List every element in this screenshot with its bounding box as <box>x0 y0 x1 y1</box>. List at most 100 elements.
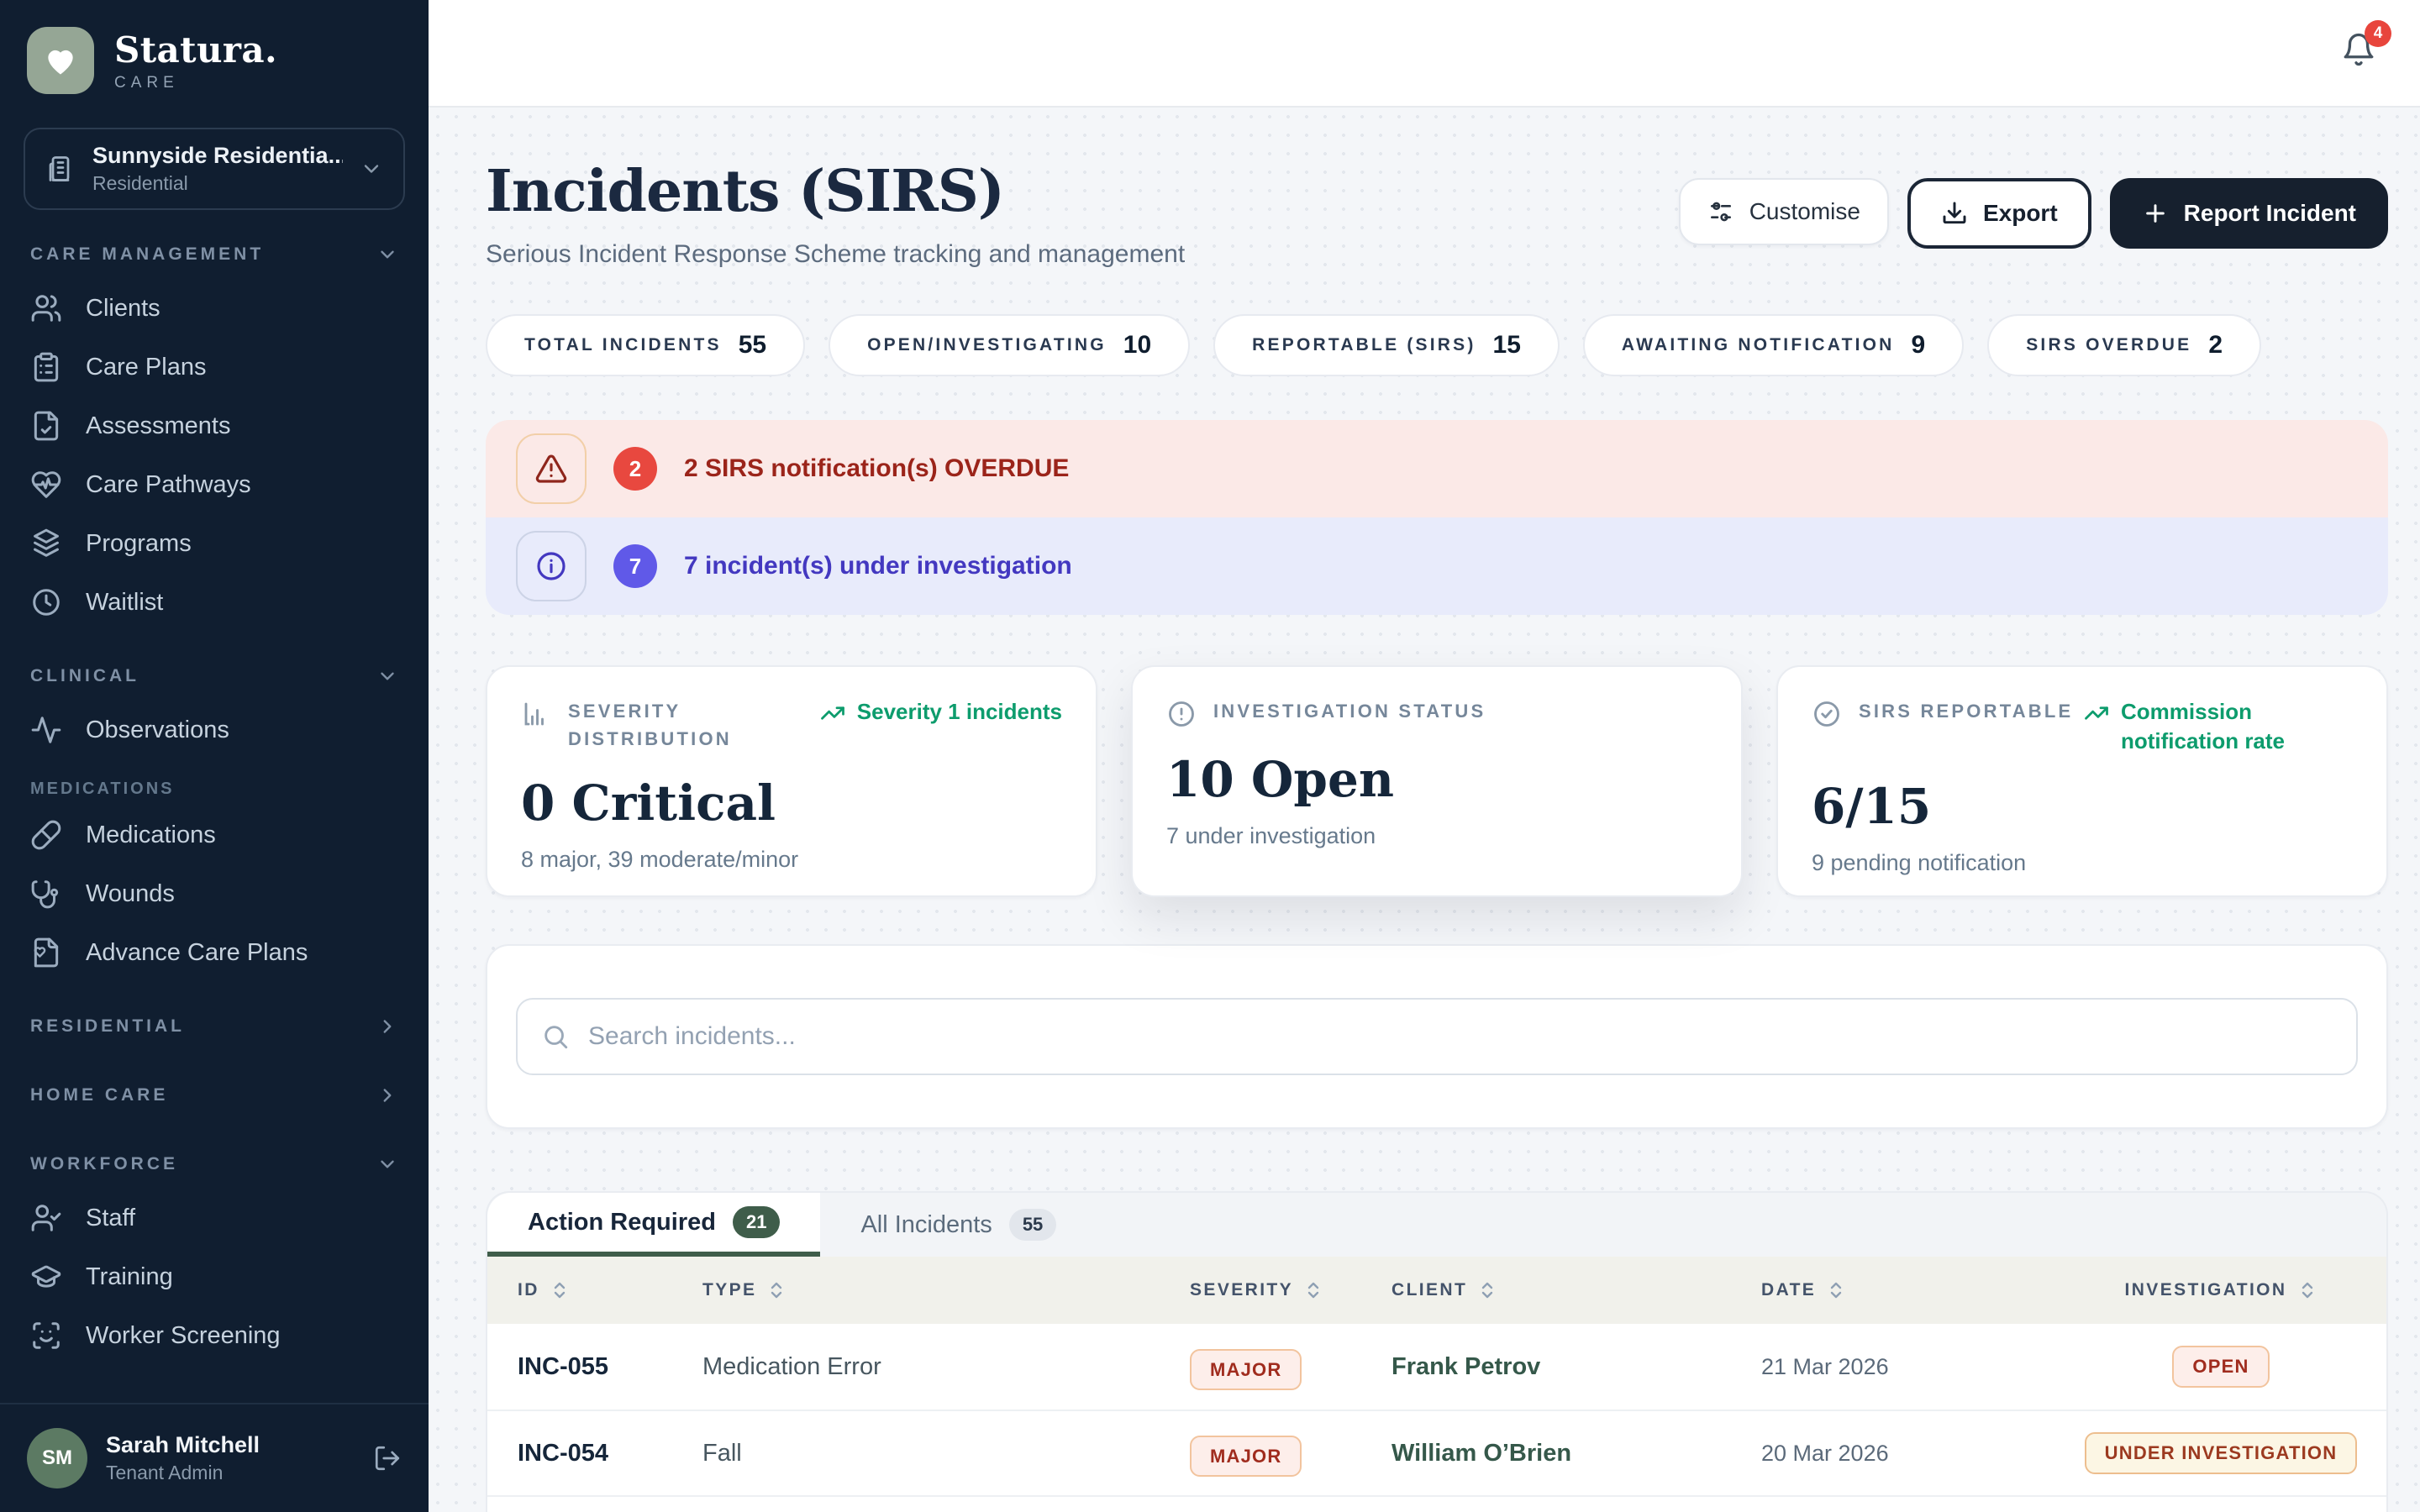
layers-icon <box>30 528 62 559</box>
card-label: SEVERITY DISTRIBUTION <box>568 697 786 753</box>
severity-distribution-card: SEVERITY DISTRIBUTION Severity 1 inciden… <box>486 665 1097 897</box>
section-label: CLINICAL <box>30 666 139 686</box>
sidebar-item-observations[interactable]: Observations <box>0 701 429 759</box>
pill-sirs-overdue: SIRS OVERDUE 2 <box>1987 314 2261 376</box>
user-name: Sarah Mitchell <box>106 1432 355 1458</box>
card-trend: Severity 1 incidents <box>820 697 1062 727</box>
sidebar-item-care-pathways[interactable]: Care Pathways <box>0 455 429 514</box>
cell-date: 21 Mar 2026 <box>1761 1354 2072 1380</box>
card-label: SIRS REPORTABLE <box>1859 697 2073 725</box>
customise-button[interactable]: Customise <box>1679 178 1889 245</box>
table-header-row: ID TYPE SEVERITY CLIENT <box>487 1257 2386 1324</box>
report-incident-button[interactable]: Report Incident <box>2110 178 2388 249</box>
sidebar-item-waitlist[interactable]: Waitlist <box>0 573 429 632</box>
section-home-care[interactable]: HOME CARE <box>0 1051 429 1120</box>
sidebar-item-medications[interactable]: Medications <box>0 806 429 864</box>
tab-label: Action Required <box>528 1209 716 1236</box>
sidebar-item-care-plans[interactable]: Care Plans <box>0 338 429 396</box>
table-row[interactable]: MAJOR UNDER INVESTIGATION <box>487 1495 2386 1512</box>
pill-label: SIRS OVERDUE <box>2026 335 2191 355</box>
cell-id: INC-054 <box>518 1440 702 1467</box>
export-button[interactable]: Export <box>1907 178 2091 249</box>
sidebar-item-worker-screening[interactable]: Worker Screening <box>0 1306 429 1365</box>
overdue-alert-banner[interactable]: 2 2 SIRS notification(s) OVERDUE <box>486 420 2388 517</box>
graduation-cap-icon <box>30 1261 62 1293</box>
pill-value: 55 <box>739 331 766 360</box>
sort-icon <box>766 1280 786 1300</box>
brand-heart-icon <box>27 27 94 94</box>
investigation-count-badge: 7 <box>613 544 657 588</box>
search-card <box>486 944 2388 1129</box>
sidebar-item-clients[interactable]: Clients <box>0 279 429 338</box>
brand-tagline: CARE <box>114 74 277 92</box>
export-label: Export <box>1983 200 2058 227</box>
facility-selector[interactable]: Sunnyside Residentia... Residential <box>24 128 405 210</box>
investigation-alert-banner[interactable]: 7 7 incident(s) under investigation <box>486 517 2388 615</box>
sidebar-item-label: Waitlist <box>86 589 163 617</box>
customise-label: Customise <box>1749 198 1860 225</box>
card-trend: Commission notification rate <box>2084 697 2353 756</box>
column-header-type[interactable]: TYPE <box>702 1280 1190 1300</box>
overdue-alert-text: 2 SIRS notification(s) OVERDUE <box>684 454 1069 483</box>
app: Statura. CARE Sunnyside Residentia... Re… <box>0 0 2420 1512</box>
column-label: DATE <box>1761 1280 1816 1300</box>
stat-cards: SEVERITY DISTRIBUTION Severity 1 inciden… <box>486 665 2388 897</box>
sort-icon <box>1303 1280 1323 1300</box>
chevron-down-icon <box>376 665 398 687</box>
sidebar-item-wounds[interactable]: Wounds <box>0 864 429 923</box>
logout-icon[interactable] <box>373 1444 402 1473</box>
section-care-management[interactable]: CARE MANAGEMENT <box>0 210 429 279</box>
investigation-alert-text: 7 incident(s) under investigation <box>684 552 1072 580</box>
incidents-table-card: Action Required 21 All Incidents 55 ID T… <box>486 1191 2388 1512</box>
trending-up-icon <box>820 701 845 726</box>
trend-label: Severity 1 incidents <box>857 697 1062 727</box>
column-header-client[interactable]: CLIENT <box>1392 1280 1761 1300</box>
clock-icon <box>30 586 62 618</box>
pill-value: 2 <box>2208 331 2223 360</box>
table-row[interactable]: INC-055 Medication Error MAJOR Frank Pet… <box>487 1324 2386 1410</box>
sidebar-item-label: Programs <box>86 530 192 558</box>
cell-type: Medication Error <box>702 1353 1190 1381</box>
column-header-investigation[interactable]: INVESTIGATION <box>2072 1280 2386 1300</box>
plus-icon <box>2142 200 2169 227</box>
notification-count-badge: 4 <box>2365 20 2391 47</box>
pill-icon <box>30 819 62 851</box>
building-icon <box>45 154 76 184</box>
sidebar-item-label: Care Pathways <box>86 471 251 499</box>
tab-action-required[interactable]: Action Required 21 <box>487 1193 820 1257</box>
sort-icon <box>1477 1280 1497 1300</box>
cell-type: Fall <box>702 1440 1190 1467</box>
pill-awaiting-notification: AWAITING NOTIFICATION 9 <box>1583 314 1964 376</box>
column-header-id[interactable]: ID <box>518 1280 702 1300</box>
notifications-button[interactable]: 4 <box>2341 32 2376 74</box>
section-clinical[interactable]: CLINICAL <box>0 632 429 701</box>
sidebar: Statura. CARE Sunnyside Residentia... Re… <box>0 0 429 1512</box>
topbar: 4 <box>429 0 2420 108</box>
column-header-date[interactable]: DATE <box>1761 1280 2072 1300</box>
sidebar-item-staff[interactable]: Staff <box>0 1189 429 1247</box>
sidebar-item-label: Staff <box>86 1205 135 1232</box>
table-row[interactable]: INC-054 Fall MAJOR William O’Brien 20 Ma… <box>487 1410 2386 1495</box>
search-input[interactable] <box>588 1022 2333 1051</box>
column-header-severity[interactable]: SEVERITY <box>1190 1280 1392 1300</box>
section-residential[interactable]: RESIDENTIAL <box>0 982 429 1051</box>
activity-icon <box>30 714 62 746</box>
scan-face-icon <box>30 1320 62 1352</box>
alert-banners: 2 2 SIRS notification(s) OVERDUE 7 7 inc… <box>486 420 2388 615</box>
sidebar-item-programs[interactable]: Programs <box>0 514 429 573</box>
cell-client: William O’Brien <box>1392 1440 1761 1467</box>
sidebar-item-assessments[interactable]: Assessments <box>0 396 429 455</box>
tab-all-incidents[interactable]: All Incidents 55 <box>820 1193 1097 1257</box>
section-label: HOME CARE <box>30 1085 168 1105</box>
info-icon <box>534 549 568 583</box>
sidebar-item-advance-care-plans[interactable]: Advance Care Plans <box>0 923 429 982</box>
chevron-down-icon <box>376 244 398 265</box>
cell-client: Frank Petrov <box>1392 1353 1761 1381</box>
sidebar-item-training[interactable]: Training <box>0 1247 429 1306</box>
info-iconbox <box>516 531 587 601</box>
section-workforce[interactable]: WORKFORCE <box>0 1120 429 1189</box>
trending-up-icon <box>2084 701 2109 726</box>
section-label: WORKFORCE <box>30 1154 178 1174</box>
trend-label: Commission notification rate <box>2121 697 2353 756</box>
sort-icon <box>550 1280 570 1300</box>
